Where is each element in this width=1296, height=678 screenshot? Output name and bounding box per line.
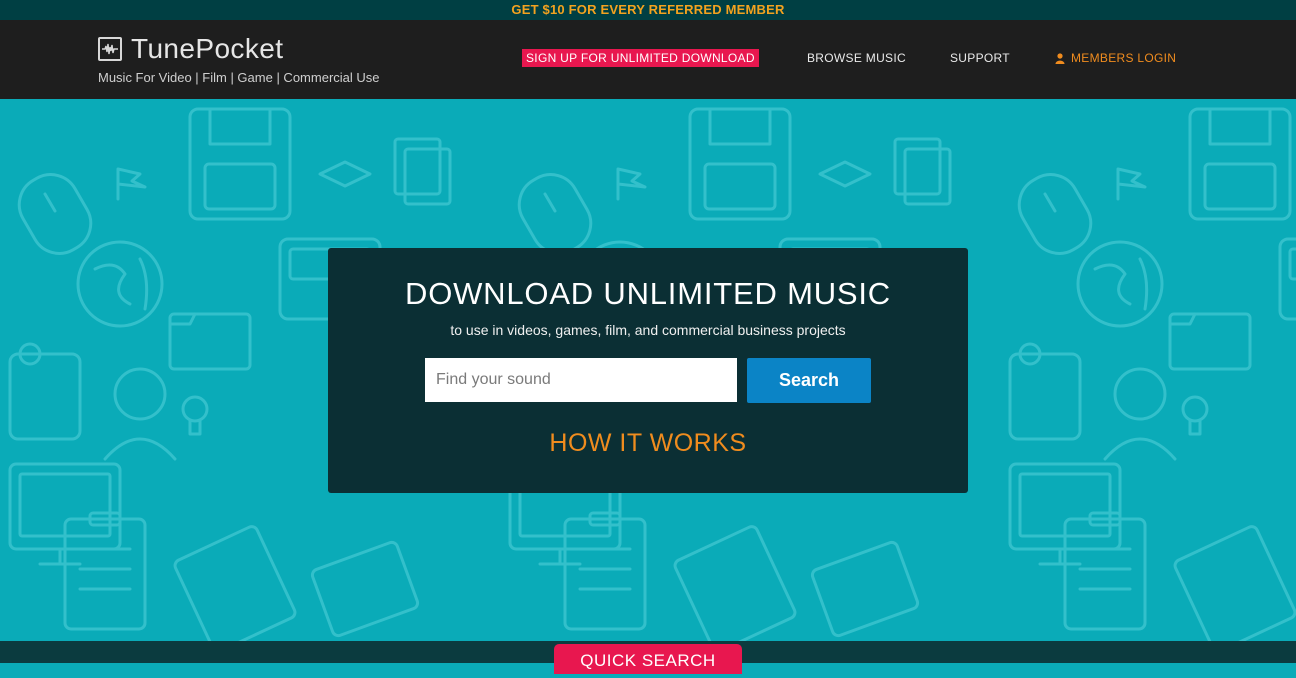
promo-bar[interactable]: GET $10 FOR EVERY REFERRED MEMBER — [0, 0, 1296, 20]
how-it-works-link[interactable]: HOW IT WORKS — [328, 429, 968, 458]
members-login-label: MEMBERS LOGIN — [1071, 51, 1177, 65]
brand-name: TunePocket — [131, 33, 284, 64]
waveform-icon — [98, 37, 122, 61]
browse-music-link[interactable]: BROWSE MUSIC — [807, 51, 906, 65]
hero-subtitle: to use in videos, games, film, and comme… — [450, 322, 846, 338]
members-login-link[interactable]: MEMBERS LOGIN — [1055, 51, 1176, 65]
support-link[interactable]: SUPPORT — [950, 51, 1010, 65]
signup-link[interactable]: SIGN UP FOR UNLIMITED DOWNLOAD — [522, 49, 759, 67]
quick-search-button[interactable]: QUICK SEARCH — [554, 644, 742, 674]
promo-text[interactable]: GET $10 FOR EVERY REFERRED MEMBER — [511, 2, 784, 17]
tagline: Music For Video | Film | Game | Commerci… — [98, 70, 380, 85]
search-button[interactable]: Search — [747, 358, 871, 403]
search-input[interactable] — [425, 358, 737, 402]
user-icon — [1055, 52, 1065, 64]
site-header: TunePocket Music For Video | Film | Game… — [0, 20, 1296, 99]
hero-panel: DOWNLOAD UNLIMITED MUSIC to use in video… — [328, 248, 968, 493]
hero-title: DOWNLOAD UNLIMITED MUSIC — [405, 276, 891, 311]
logo[interactable]: TunePocket — [98, 33, 283, 65]
